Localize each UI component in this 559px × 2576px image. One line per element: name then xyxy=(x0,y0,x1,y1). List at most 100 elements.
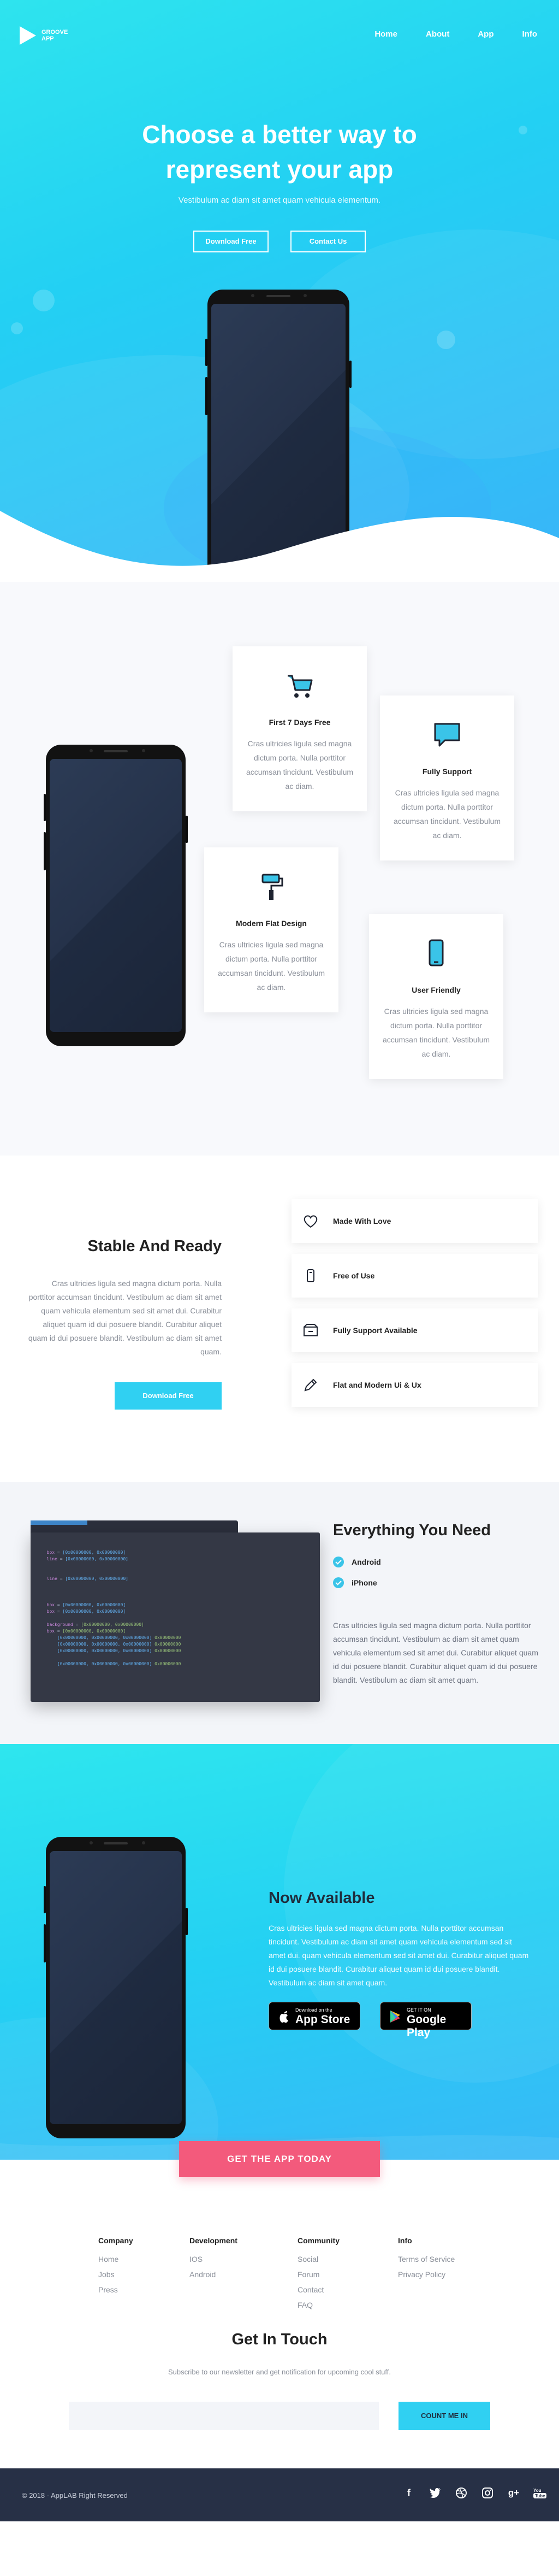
footer-link[interactable]: Press xyxy=(98,2285,133,2294)
copyright-text: © 2018 - AppLAB Right Reserved xyxy=(22,2491,128,2500)
smartphone-icon xyxy=(429,939,444,966)
available-section: Now Available Cras ultricies ligula sed … xyxy=(0,1744,559,2160)
contact-us-button[interactable]: Contact Us xyxy=(290,231,366,252)
instagram-icon[interactable] xyxy=(480,2486,495,2500)
footer-link[interactable]: Android xyxy=(189,2270,237,2279)
decor-dot xyxy=(11,322,23,334)
download-free-button[interactable]: Download Free xyxy=(193,231,269,252)
code-editor-image: box = [0x00000000, 0x00000000] line = [0… xyxy=(31,1532,320,1702)
nav-about[interactable]: About xyxy=(426,30,449,39)
logo[interactable]: GROOVE APP xyxy=(20,26,68,45)
bottom-bar: © 2018 - AppLAB Right Reserved f g+ You T… xyxy=(0,2468,559,2521)
apple-icon xyxy=(280,2011,288,2023)
footer-link[interactable]: Privacy Policy xyxy=(398,2270,455,2279)
nav-info[interactable]: Info xyxy=(522,30,538,39)
stable-text: Cras ultricies ligula sed magna dictum p… xyxy=(28,1279,222,1356)
cart-icon xyxy=(288,675,313,698)
feature-title: User Friendly xyxy=(412,986,461,994)
feature-card: Fully Support Cras ultricies ligula sed … xyxy=(380,695,514,860)
feature-card: User Friendly Cras ultricies ligula sed … xyxy=(369,914,503,1079)
check-item: Android xyxy=(333,1557,381,1567)
list-item-label: Flat and Modern Ui & Ux xyxy=(333,1381,421,1389)
top-nav: GROOVE APP Home About App Info xyxy=(0,22,559,49)
feature-card: First 7 Days Free Cras ultricies ligula … xyxy=(233,646,367,811)
feature-text: Cras ultricies ligula sed magna dictum p… xyxy=(393,788,501,840)
available-text: Cras ultricies ligula sed magna dictum p… xyxy=(269,1924,529,1987)
paint-roller-icon xyxy=(261,874,283,900)
google-play-button[interactable]: GET IT ON Google Play xyxy=(380,2002,472,2039)
decor-dot xyxy=(437,331,455,349)
dribbble-icon[interactable] xyxy=(454,2486,468,2500)
footer-links-section: GET THE APP TODAY Company Home Jobs Pres… xyxy=(0,2141,559,2314)
touch-subtitle: Subscribe to our newsletter and get noti… xyxy=(168,2368,391,2376)
list-item: Flat and Modern Ui & Ux xyxy=(292,1363,538,1407)
youtube-icon[interactable]: You Tube xyxy=(533,2486,547,2500)
list-item: Free of Use xyxy=(292,1254,538,1298)
feature-title: Fully Support xyxy=(422,767,472,776)
footer-link[interactable]: Jobs xyxy=(98,2270,133,2279)
pencil-icon xyxy=(304,1378,317,1392)
heart-icon xyxy=(304,1215,318,1228)
get-app-button[interactable]: GET THE APP TODAY xyxy=(179,2141,380,2177)
newsletter-section: Get In Touch Subscribe to our newsletter… xyxy=(0,2314,559,2468)
logo-text: GROOVE xyxy=(41,29,68,36)
stable-title: Stable And Ready xyxy=(87,1237,222,1255)
svg-text:Tube: Tube xyxy=(535,2494,545,2498)
social-links: f g+ You Tube xyxy=(390,2486,547,2500)
footer-link[interactable]: Forum xyxy=(298,2270,340,2279)
check-item: iPhone xyxy=(333,1577,377,1588)
hero-subtitle: Vestibulum ac diam sit amet quam vehicul… xyxy=(178,196,381,205)
hero-title: Choose a better way to represent your app xyxy=(142,120,417,184)
feature-text: Cras ultricies ligula sed magna dictum p… xyxy=(217,940,325,992)
feature-text: Cras ultricies ligula sed magna dictum p… xyxy=(382,1007,490,1058)
hand-tap-icon xyxy=(307,1269,314,1282)
facebook-icon[interactable]: f xyxy=(402,2486,416,2500)
list-item: Fully Support Available xyxy=(292,1308,538,1352)
hero-bottom-wave xyxy=(0,511,559,582)
features-section: First 7 Days Free Cras ultricies ligula … xyxy=(0,582,559,1156)
stable-section: Stable And Ready Cras ultricies ligula s… xyxy=(0,1156,559,1482)
everything-title: Everything You Need xyxy=(333,1522,491,1539)
email-field[interactable] xyxy=(69,2402,379,2430)
nav-home[interactable]: Home xyxy=(374,30,397,39)
list-item-label: Made With Love xyxy=(333,1217,391,1225)
decor-dot xyxy=(33,290,55,311)
touch-title: Get In Touch xyxy=(231,2331,328,2348)
stable-download-button[interactable]: Download Free xyxy=(115,1382,222,1410)
nav-app[interactable]: App xyxy=(478,30,493,39)
footer-link[interactable]: FAQ xyxy=(298,2301,340,2309)
twitter-icon[interactable] xyxy=(428,2486,442,2500)
list-item-label: Fully Support Available xyxy=(333,1326,418,1335)
play-logo-icon xyxy=(20,26,36,45)
available-title: Now Available xyxy=(269,1889,375,1907)
feature-text: Cras ultricies ligula sed magna dictum p… xyxy=(246,739,354,791)
chat-icon xyxy=(434,723,460,747)
footer-column: Community Social Forum Contact FAQ xyxy=(298,2236,340,2309)
google-plus-icon[interactable]: g+ xyxy=(507,2486,521,2500)
svg-text:You: You xyxy=(533,2488,542,2493)
features-phone-image xyxy=(44,745,188,1046)
everything-section: box = [0x00000000, 0x00000000] line = [0… xyxy=(0,1482,559,1744)
footer-link[interactable]: Terms of Service xyxy=(398,2255,455,2263)
app-store-button[interactable]: Download on the App Store xyxy=(269,2002,360,2030)
footer-link[interactable]: Contact xyxy=(298,2285,340,2294)
feature-title: Modern Flat Design xyxy=(236,919,307,928)
footer-column: Company Home Jobs Press xyxy=(98,2236,133,2294)
available-phone-image xyxy=(44,1837,188,2138)
footer-column: Info Terms of Service Privacy Policy xyxy=(398,2236,455,2279)
list-item: Made With Love xyxy=(292,1199,538,1243)
footer-column: Development IOS Android xyxy=(189,2236,237,2279)
list-item-label: Free of Use xyxy=(333,1271,375,1280)
footer-link[interactable]: Social xyxy=(298,2255,340,2263)
support-box-icon xyxy=(304,1324,318,1336)
feature-title: First 7 Days Free xyxy=(269,718,331,727)
check-icon xyxy=(333,1557,344,1567)
footer-link[interactable]: Home xyxy=(98,2255,133,2263)
stable-list: Made With Love Free of Use Fully Support… xyxy=(292,1199,538,1418)
google-play-icon xyxy=(390,2011,400,2023)
count-me-in-button[interactable]: COUNT ME IN xyxy=(399,2402,490,2430)
everything-text: Cras ultricies ligula sed magna dictum p… xyxy=(333,1621,538,1684)
logo-text: APP xyxy=(41,36,54,42)
footer-link[interactable]: IOS xyxy=(189,2255,237,2263)
feature-card: Modern Flat Design Cras ultricies ligula… xyxy=(204,847,338,1012)
